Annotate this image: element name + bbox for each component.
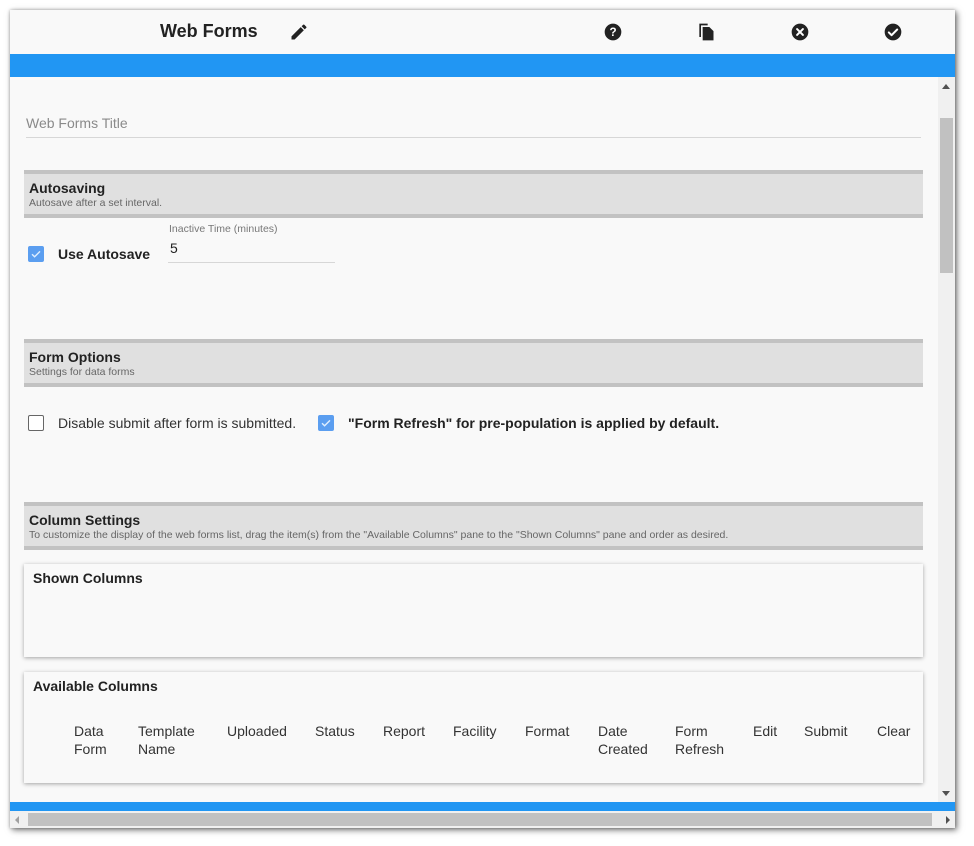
autosaving-subtitle: Autosave after a set interval. xyxy=(29,197,163,209)
shown-columns-pane[interactable]: Shown Columns xyxy=(24,564,923,657)
form-options-section-header: Form Options Settings for data forms xyxy=(24,339,923,387)
column-item-clear[interactable]: Clear xyxy=(877,722,910,740)
column-item-facility[interactable]: Facility xyxy=(453,722,497,740)
column-item-format[interactable]: Format xyxy=(525,722,569,740)
disable-submit-checkbox[interactable] xyxy=(28,415,44,431)
column-settings-subtitle: To customize the display of the web form… xyxy=(29,529,729,541)
form-options-subtitle: Settings for data forms xyxy=(29,366,135,378)
scroll-up-arrow-icon[interactable] xyxy=(942,84,950,89)
inactive-time-field[interactable] xyxy=(168,237,337,263)
column-settings-section-header: Column Settings To customize the display… xyxy=(24,502,923,550)
available-columns-pane[interactable]: Available Columns Data Form Template Name … xyxy=(24,672,923,783)
column-item-status[interactable]: Status xyxy=(315,722,355,740)
use-autosave-label: Use Autosave xyxy=(58,246,151,262)
column-item-report[interactable]: Report xyxy=(383,722,425,740)
column-item-form-refresh[interactable]: Form Refresh xyxy=(675,722,724,758)
column-item-data-form[interactable]: Data Form xyxy=(74,722,107,758)
save-button[interactable] xyxy=(883,22,903,42)
dialog-header: Web Forms ? xyxy=(10,10,955,54)
pencil-icon xyxy=(291,24,307,40)
column-item-date-created[interactable]: Date Created xyxy=(598,722,648,758)
column-item-uploaded[interactable]: Uploaded xyxy=(227,722,287,740)
inactive-time-input[interactable] xyxy=(168,240,337,256)
web-forms-dialog: Web Forms ? Autosaving Autosave after a … xyxy=(10,10,955,828)
available-columns-title: Available Columns xyxy=(33,678,158,694)
web-forms-title-field[interactable] xyxy=(26,107,921,138)
checkmark-icon xyxy=(321,419,331,427)
inactive-time-label: Inactive Time (minutes) xyxy=(169,223,278,235)
horizontal-scroll-thumb[interactable] xyxy=(28,813,932,826)
use-autosave-checkbox[interactable] xyxy=(28,246,44,262)
column-item-submit[interactable]: Submit xyxy=(804,722,848,740)
copy-button[interactable] xyxy=(696,22,716,42)
horizontal-scrollbar[interactable] xyxy=(10,811,955,828)
vertical-scrollbar[interactable] xyxy=(938,77,955,802)
autosaving-section-header: Autosaving Autosave after a set interval… xyxy=(24,170,923,218)
disable-submit-label: Disable submit after form is submitted. xyxy=(58,415,297,431)
help-icon: ? xyxy=(604,23,622,41)
help-button[interactable]: ? xyxy=(603,22,623,42)
form-refresh-label: "Form Refresh" for pre-population is app… xyxy=(348,415,720,431)
dialog-title: Web Forms xyxy=(160,21,258,41)
form-refresh-checkbox[interactable] xyxy=(318,415,334,431)
web-forms-title-input[interactable] xyxy=(26,115,921,131)
cancel-button[interactable] xyxy=(790,22,810,42)
svg-text:?: ? xyxy=(609,26,616,39)
scroll-right-arrow-icon[interactable] xyxy=(946,816,950,824)
cancel-icon xyxy=(791,23,809,41)
confirm-icon xyxy=(884,23,902,41)
scroll-left-arrow-icon[interactable] xyxy=(15,816,19,824)
dialog-content: Autosaving Autosave after a set interval… xyxy=(10,77,938,802)
checkmark-icon xyxy=(31,250,41,258)
column-item-edit[interactable]: Edit xyxy=(753,722,777,740)
column-item-template-name[interactable]: Template Name xyxy=(138,722,195,758)
footer-accent-bar xyxy=(10,802,955,811)
form-options-heading: Form Options xyxy=(29,349,121,365)
column-settings-heading: Column Settings xyxy=(29,512,141,528)
scroll-down-arrow-icon[interactable] xyxy=(942,791,950,796)
header-accent-bar xyxy=(10,54,955,77)
edit-title-button[interactable] xyxy=(289,22,309,42)
shown-columns-title: Shown Columns xyxy=(33,570,143,586)
vertical-scroll-thumb[interactable] xyxy=(940,118,953,273)
copy-icon xyxy=(699,23,714,41)
autosaving-heading: Autosaving xyxy=(29,180,106,196)
